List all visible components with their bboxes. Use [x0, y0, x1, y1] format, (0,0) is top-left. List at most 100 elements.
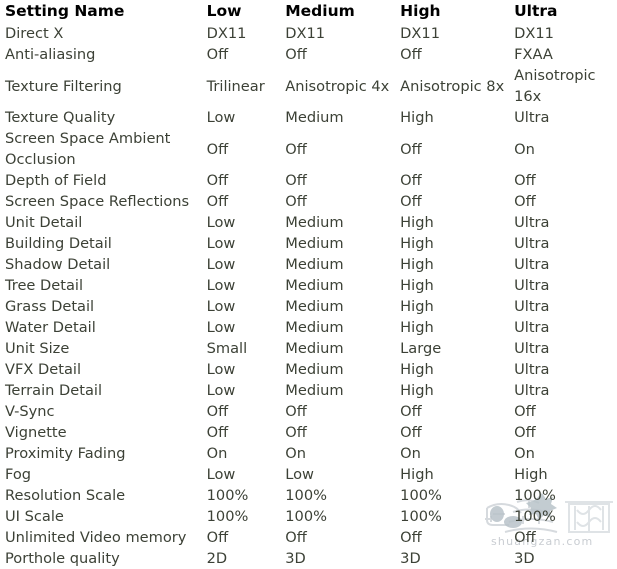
setting-value-cell-low: Low: [206, 277, 236, 294]
setting-value-cell-ultra: Ultra: [514, 235, 550, 252]
setting-value-cell-high: High: [400, 298, 434, 315]
table-header-row: Setting Name Low Medium High Ultra: [0, 0, 617, 23]
setting-value-cell-high: Off: [400, 529, 422, 546]
setting-value-cell-low: Low: [206, 361, 236, 378]
setting-name-cell: Depth of Field: [5, 172, 107, 189]
setting-value-cell-high: Anisotropic 8x: [400, 77, 505, 95]
setting-value-cell-medium: Medium: [285, 298, 344, 315]
setting-name-cell: Screen Space Ambient Occlusion: [5, 130, 171, 168]
setting-value-cell-high: 3D: [400, 550, 421, 567]
setting-value-cell-low: Trilinear: [206, 77, 265, 95]
table-row: Depth of Field Off Off Off Off: [0, 170, 617, 191]
table-row: Screen Space Reflections Off Off Off Off: [0, 191, 617, 212]
column-header-ultra: Ultra: [514, 2, 558, 20]
setting-name-cell: VFX Detail: [5, 361, 82, 378]
setting-value-cell-medium: Medium: [285, 109, 344, 126]
setting-name-cell: Porthole quality: [5, 550, 120, 567]
setting-value-cell-high: 100%: [400, 508, 442, 525]
setting-value-cell-ultra: Off: [514, 529, 536, 546]
setting-value-cell-low: Off: [206, 140, 229, 158]
setting-value-cell-low: Low: [206, 256, 236, 273]
column-header-low: Low: [206, 2, 242, 20]
setting-value-cell-ultra: Ultra: [514, 214, 550, 231]
setting-value-cell-medium: Off: [285, 140, 307, 158]
table-row: UI Scale 100% 100% 100% 100%: [0, 506, 617, 527]
setting-value-cell-medium: Off: [285, 172, 307, 189]
setting-value-cell-ultra: Off: [514, 193, 536, 210]
setting-value-cell-low: DX11: [206, 25, 247, 42]
setting-value-cell-medium: Medium: [285, 277, 344, 294]
setting-name-cell: Proximity Fading: [5, 445, 126, 462]
setting-value-cell-ultra: Ultra: [514, 361, 550, 378]
setting-value-cell-medium: Off: [285, 529, 307, 546]
setting-value-cell-high: 100%: [400, 487, 442, 504]
setting-value-cell-medium: Medium: [285, 361, 344, 378]
setting-value-cell-high: High: [400, 214, 434, 231]
setting-name-cell: Tree Detail: [5, 277, 84, 294]
setting-value-cell-high: Off: [400, 140, 422, 158]
setting-name-cell: Unlimited Video memory: [5, 529, 187, 546]
setting-value-cell-high: High: [400, 382, 434, 399]
table-row: Proximity Fading On On On On: [0, 443, 617, 464]
setting-name-cell: Texture Filtering: [5, 77, 122, 95]
setting-value-cell-low: Off: [206, 193, 229, 210]
table-row: Texture Quality Low Medium High Ultra: [0, 107, 617, 128]
setting-value-cell-ultra: Off: [514, 424, 536, 441]
setting-value-cell-low: Off: [206, 403, 229, 420]
table-row: Grass Detail Low Medium High Ultra: [0, 296, 617, 317]
table-row: Anti-aliasing Off Off Off FXAA: [0, 44, 617, 65]
setting-value-cell-low: Low: [206, 298, 236, 315]
setting-name-cell: Fog: [5, 466, 32, 483]
table-row: Resolution Scale 100% 100% 100% 100%: [0, 485, 617, 506]
setting-value-cell-high: On: [400, 445, 421, 462]
setting-value-cell-ultra: 100%: [514, 508, 556, 525]
setting-value-cell-high: Off: [400, 46, 422, 63]
setting-value-cell-ultra: Ultra: [514, 298, 550, 315]
setting-name-cell: Direct X: [5, 25, 64, 42]
setting-value-cell-medium: Off: [285, 193, 307, 210]
setting-value-cell-ultra: High: [514, 466, 548, 483]
setting-value-cell-low: Off: [206, 529, 229, 546]
table-row: Unlimited Video memory Off Off Off Off: [0, 527, 617, 548]
setting-value-cell-low: 100%: [206, 487, 249, 504]
setting-name-cell: Vignette: [5, 424, 67, 441]
setting-name-cell: Anti-aliasing: [5, 46, 96, 63]
setting-value-cell-low: Off: [206, 424, 229, 441]
setting-value-cell-high: High: [400, 319, 434, 336]
setting-value-cell-low: Low: [206, 319, 236, 336]
setting-value-cell-low: Off: [206, 46, 229, 63]
table-row: Water Detail Low Medium High Ultra: [0, 317, 617, 338]
setting-value-cell-low: On: [206, 445, 228, 462]
setting-name-cell: Building Detail: [5, 235, 112, 252]
setting-value-cell-ultra: Ultra: [514, 256, 550, 273]
setting-value-cell-low: Low: [206, 466, 236, 483]
setting-value-cell-ultra: DX11: [514, 25, 554, 42]
setting-name-cell: V-Sync: [5, 403, 55, 420]
setting-value-cell-ultra: Ultra: [514, 277, 550, 294]
setting-value-cell-ultra: 100%: [514, 487, 556, 504]
setting-name-cell: Texture Quality: [5, 109, 116, 126]
setting-value-cell-low: Low: [206, 235, 236, 252]
setting-value-cell-medium: 3D: [285, 550, 306, 567]
setting-value-cell-low: 2D: [206, 550, 228, 567]
setting-value-cell-ultra: Off: [514, 172, 536, 189]
setting-value-cell-high: Large: [400, 340, 442, 357]
column-header-high: High: [400, 2, 441, 20]
table-row: Terrain Detail Low Medium High Ultra: [0, 380, 617, 401]
setting-value-cell-medium: Off: [285, 403, 307, 420]
setting-value-cell-medium: Medium: [285, 235, 344, 252]
setting-value-cell-high: High: [400, 277, 434, 294]
setting-value-cell-high: DX11: [400, 25, 440, 42]
table-row: Unit Detail Low Medium High Ultra: [0, 212, 617, 233]
setting-value-cell-low: Low: [206, 214, 236, 231]
setting-name-cell: Unit Size: [5, 340, 70, 357]
setting-value-cell-high: Off: [400, 193, 422, 210]
setting-value-cell-ultra: Off: [514, 403, 536, 420]
setting-value-cell-ultra: Ultra: [514, 340, 550, 357]
setting-value-cell-ultra: On: [514, 445, 535, 462]
setting-name-cell: Screen Space Reflections: [5, 193, 190, 210]
setting-name-cell: Unit Detail: [5, 214, 83, 231]
table-row: Fog Low Low High High: [0, 464, 617, 485]
setting-value-cell-ultra: Ultra: [514, 382, 550, 399]
table-row: Porthole quality 2D 3D 3D 3D: [0, 548, 617, 569]
